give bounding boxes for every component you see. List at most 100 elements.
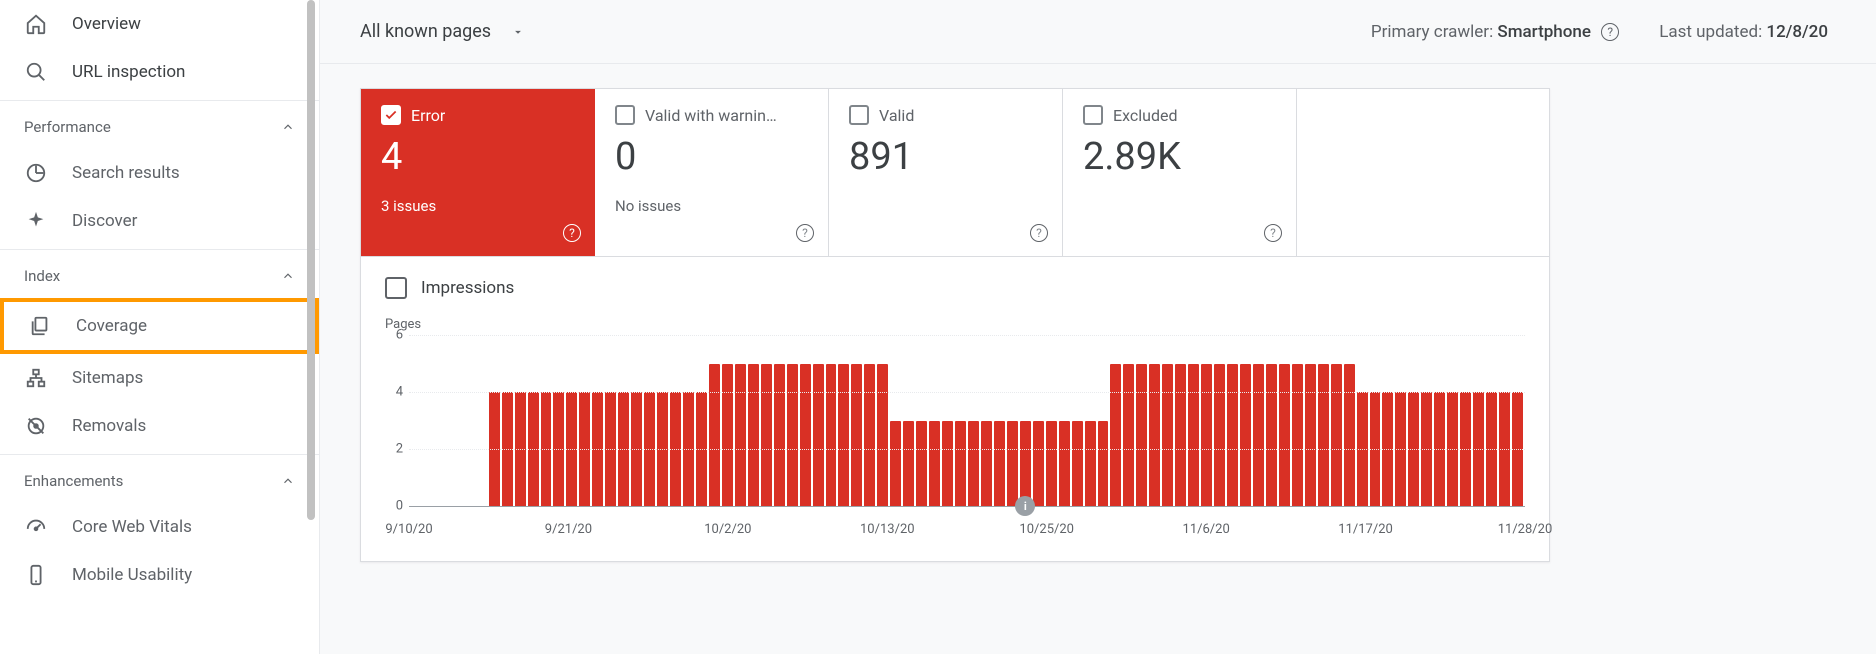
chart-bar[interactable] [1033, 421, 1044, 507]
chart-bar[interactable] [1123, 364, 1134, 507]
coverage-card: Error 4 3 issues ? Valid with warnin… 0 … [360, 88, 1550, 562]
chart-bar[interactable] [1240, 364, 1251, 507]
stat-card-error[interactable]: Error 4 3 issues ? [361, 89, 595, 257]
chart-bar[interactable] [735, 364, 746, 507]
section-performance[interactable]: Performance [0, 105, 319, 149]
chart-bar[interactable] [1162, 364, 1173, 507]
chart-bar[interactable] [1072, 421, 1083, 507]
chart-bar[interactable] [800, 364, 811, 507]
chart-bar[interactable] [877, 364, 888, 507]
checkbox-valid-warnings[interactable] [615, 105, 635, 125]
chart-bar[interactable] [890, 421, 901, 507]
chart-bar[interactable] [1253, 364, 1264, 507]
chart-bar[interactable] [1110, 364, 1121, 507]
chart-bar[interactable] [955, 421, 966, 507]
chart-bars [409, 335, 1525, 506]
stat-card-valid-warnings[interactable]: Valid with warnin… 0 No issues ? [595, 89, 829, 257]
sidebar-scroll[interactable]: Overview URL inspection Performance Sear… [0, 0, 319, 654]
chart-bar[interactable] [1214, 364, 1225, 507]
checkbox-error[interactable] [381, 105, 401, 125]
scrollbar-thumb[interactable] [307, 0, 315, 520]
stat-sub: 3 issues [381, 197, 575, 215]
chart-bar[interactable] [916, 421, 927, 507]
chevron-up-icon [281, 120, 295, 134]
impressions-toggle[interactable]: Impressions [381, 277, 1529, 299]
help-icon[interactable]: ? [1030, 224, 1048, 242]
x-tick-label: 9/21/20 [545, 522, 592, 537]
chart-marker[interactable]: i [1015, 496, 1035, 516]
chart-bar[interactable] [774, 364, 785, 507]
checkbox-valid[interactable] [849, 105, 869, 125]
section-enhancements[interactable]: Enhancements [0, 459, 319, 503]
chart-bar[interactable] [1305, 364, 1316, 507]
chart-bar[interactable] [1007, 421, 1018, 507]
sidebar-item-coverage[interactable]: Coverage [4, 302, 315, 350]
chart-bar[interactable] [1175, 364, 1186, 507]
chart-bar[interactable] [929, 421, 940, 507]
topbar: All known pages Primary crawler: Smartph… [320, 0, 1876, 64]
checkbox-excluded[interactable] [1083, 105, 1103, 125]
chart-bar[interactable] [709, 364, 720, 507]
chart-bar[interactable] [1344, 364, 1355, 507]
section-title: Index [24, 267, 60, 285]
chart-bar[interactable] [864, 364, 875, 507]
chart-bar[interactable] [1318, 364, 1329, 507]
sidebar-item-overview[interactable]: Overview [0, 0, 319, 48]
chart-bar[interactable] [1331, 364, 1342, 507]
chart-bar[interactable] [761, 364, 772, 507]
filter-dropdown[interactable]: All known pages [360, 21, 525, 42]
checkbox-impressions[interactable] [385, 277, 407, 299]
sidebar-item-core-web-vitals[interactable]: Core Web Vitals [0, 503, 319, 551]
x-tick-label: 10/2/20 [704, 522, 751, 537]
chart-bar[interactable] [981, 421, 992, 507]
chart-bar[interactable] [1279, 364, 1290, 507]
chart-bar[interactable] [838, 364, 849, 507]
chart-bar[interactable] [1188, 364, 1199, 507]
stat-value: 891 [849, 135, 1042, 179]
chart-bar[interactable] [1098, 421, 1109, 507]
help-icon[interactable]: ? [563, 224, 581, 242]
chart-area: Impressions Pages i 0246 9/10/209/21/201… [361, 257, 1549, 561]
nav-divider [0, 249, 319, 250]
primary-crawler: Primary crawler: Smartphone ? [1371, 22, 1619, 42]
sidebar-item-discover[interactable]: Discover [0, 197, 319, 245]
chart-bar[interactable] [903, 421, 914, 507]
stat-card-valid[interactable]: Valid 891 ? [829, 89, 1063, 257]
stat-sub: No issues [615, 197, 808, 215]
chevron-up-icon [281, 474, 295, 488]
chart-bar[interactable] [1046, 421, 1057, 507]
sidebar-item-search-results[interactable]: Search results [0, 149, 319, 197]
stat-label: Error [411, 106, 445, 125]
sidebar-item-sitemaps[interactable]: Sitemaps [0, 354, 319, 402]
chart-bar[interactable] [813, 364, 824, 507]
section-index[interactable]: Index [0, 254, 319, 298]
help-icon[interactable]: ? [1264, 224, 1282, 242]
chart-bar[interactable] [1227, 364, 1238, 507]
chart-bar[interactable] [826, 364, 837, 507]
chart-bar[interactable] [787, 364, 798, 507]
chart-bar[interactable] [1266, 364, 1277, 507]
sidebar-item-mobile-usability[interactable]: Mobile Usability [0, 551, 319, 599]
y-tick-label: 0 [389, 499, 403, 514]
chart-bar[interactable] [722, 364, 733, 507]
chart-bar[interactable] [968, 421, 979, 507]
chart-bar[interactable] [1201, 364, 1212, 507]
coverage-chart[interactable]: Pages i 0246 9/10/209/21/2010/2/2010/13/… [385, 317, 1529, 537]
chart-bar[interactable] [994, 421, 1005, 507]
stat-card-excluded[interactable]: Excluded 2.89K ? [1063, 89, 1297, 257]
sidebar-item-label: Overview [72, 14, 141, 34]
chart-bar[interactable] [1136, 364, 1147, 507]
help-icon[interactable]: ? [1601, 23, 1619, 41]
chart-bar[interactable] [1292, 364, 1303, 507]
chart-bar[interactable] [851, 364, 862, 507]
chart-bar[interactable] [1020, 421, 1031, 507]
chart-bar[interactable] [748, 364, 759, 507]
sidebar-item-url-inspection[interactable]: URL inspection [0, 48, 319, 96]
chart-bar[interactable] [1059, 421, 1070, 507]
sidebar-item-removals[interactable]: Removals [0, 402, 319, 450]
chart-bar[interactable] [1149, 364, 1160, 507]
chart-bar[interactable] [942, 421, 953, 507]
help-icon[interactable]: ? [796, 224, 814, 242]
sidebar-scrollbar[interactable] [303, 0, 319, 654]
chart-bar[interactable] [1085, 421, 1096, 507]
